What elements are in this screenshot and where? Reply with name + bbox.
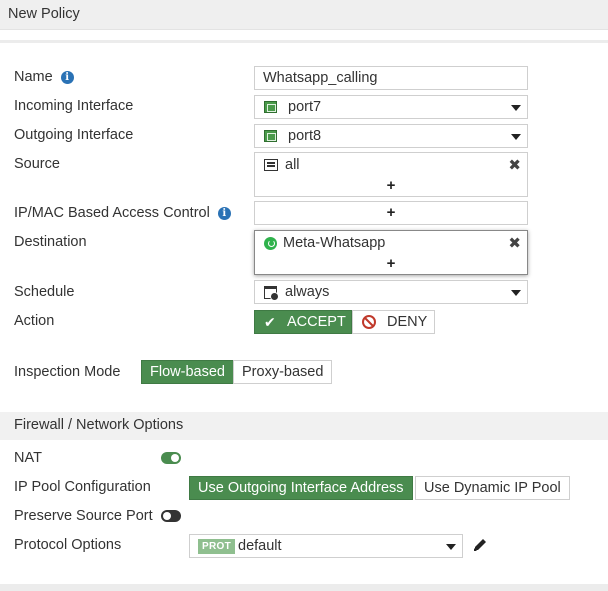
incoming-interface-label: Incoming Interface: [14, 98, 134, 114]
port-icon: [264, 130, 277, 142]
name-label: Name i: [14, 69, 74, 85]
proxy-based-option[interactable]: Proxy-based: [233, 360, 333, 384]
ip-pool-label: IP Pool Configuration: [14, 479, 151, 495]
source-field[interactable]: all ✖ +: [254, 152, 528, 197]
incoming-interface-select[interactable]: port7: [254, 95, 528, 119]
accept-button[interactable]: ✔ ACCEPT: [254, 310, 352, 334]
nat-toggle[interactable]: [161, 452, 181, 464]
remove-destination-icon[interactable]: ✖: [508, 234, 521, 252]
remove-source-icon[interactable]: ✖: [508, 156, 521, 174]
use-dynamic-ip-pool-option[interactable]: Use Dynamic IP Pool: [415, 476, 570, 500]
section-title: Firewall / Network Options: [14, 417, 184, 433]
destination-value: Meta-Whatsapp: [283, 235, 386, 251]
info-icon[interactable]: i: [217, 207, 231, 220]
pencil-icon[interactable]: [472, 536, 488, 554]
chevron-down-icon: [511, 290, 521, 296]
ip-mac-label-text: IP/MAC Based Access Control: [14, 205, 210, 221]
protocol-options-value: default: [238, 538, 282, 554]
footer-divider: [0, 584, 608, 591]
prot-badge: PROT: [198, 539, 235, 554]
address-icon: [264, 159, 278, 171]
outgoing-interface-value: port8: [288, 128, 322, 144]
chevron-down-icon: [511, 134, 521, 140]
deny-label: DENY: [387, 314, 428, 330]
schedule-icon: [264, 286, 279, 301]
add-source-button[interactable]: +: [255, 177, 527, 194]
name-label-text: Name: [14, 69, 53, 85]
add-ip-mac-button[interactable]: +: [255, 204, 527, 221]
ip-mac-label: IP/MAC Based Access Control i: [14, 205, 231, 221]
nat-label: NAT: [14, 450, 42, 466]
outgoing-interface-label: Outgoing Interface: [14, 127, 134, 143]
destination-label: Destination: [14, 234, 87, 250]
preserve-source-port-toggle[interactable]: [161, 510, 181, 522]
whatsapp-icon: [264, 237, 277, 250]
chevron-down-icon: [511, 105, 521, 111]
protocol-options-label: Protocol Options: [14, 537, 122, 553]
deny-button[interactable]: DENY: [352, 310, 435, 334]
info-icon[interactable]: i: [60, 71, 74, 84]
preserve-source-port-label: Preserve Source Port: [14, 508, 153, 524]
action-label: Action: [14, 313, 55, 329]
destination-field[interactable]: Meta-Whatsapp ✖ +: [254, 230, 528, 275]
ip-mac-field[interactable]: +: [254, 201, 528, 225]
name-input-value: Whatsapp_calling: [263, 70, 378, 86]
check-icon: ✔: [264, 314, 276, 330]
add-destination-button[interactable]: +: [255, 255, 527, 272]
name-input[interactable]: Whatsapp_calling: [254, 66, 528, 90]
incoming-interface-value: port7: [288, 99, 322, 115]
schedule-select[interactable]: always: [254, 280, 528, 304]
outgoing-interface-select[interactable]: port8: [254, 124, 528, 148]
inspection-mode-label: Inspection Mode: [14, 364, 121, 380]
window-title: New Policy: [8, 6, 80, 22]
schedule-value: always: [285, 284, 330, 300]
schedule-label: Schedule: [14, 284, 75, 300]
source-label: Source: [14, 156, 60, 172]
header-divider: [0, 40, 608, 43]
flow-based-option[interactable]: Flow-based: [141, 360, 234, 384]
protocol-options-select[interactable]: PROT default: [189, 534, 463, 558]
window-titlebar: New Policy: [0, 0, 608, 30]
accept-label: ACCEPT: [287, 314, 346, 330]
source-value: all: [285, 157, 300, 173]
use-outgoing-interface-option[interactable]: Use Outgoing Interface Address: [189, 476, 413, 500]
port-icon: [264, 101, 277, 113]
deny-icon: [362, 315, 376, 329]
firewall-network-options-header: Firewall / Network Options: [0, 412, 608, 440]
chevron-down-icon: [446, 544, 456, 550]
